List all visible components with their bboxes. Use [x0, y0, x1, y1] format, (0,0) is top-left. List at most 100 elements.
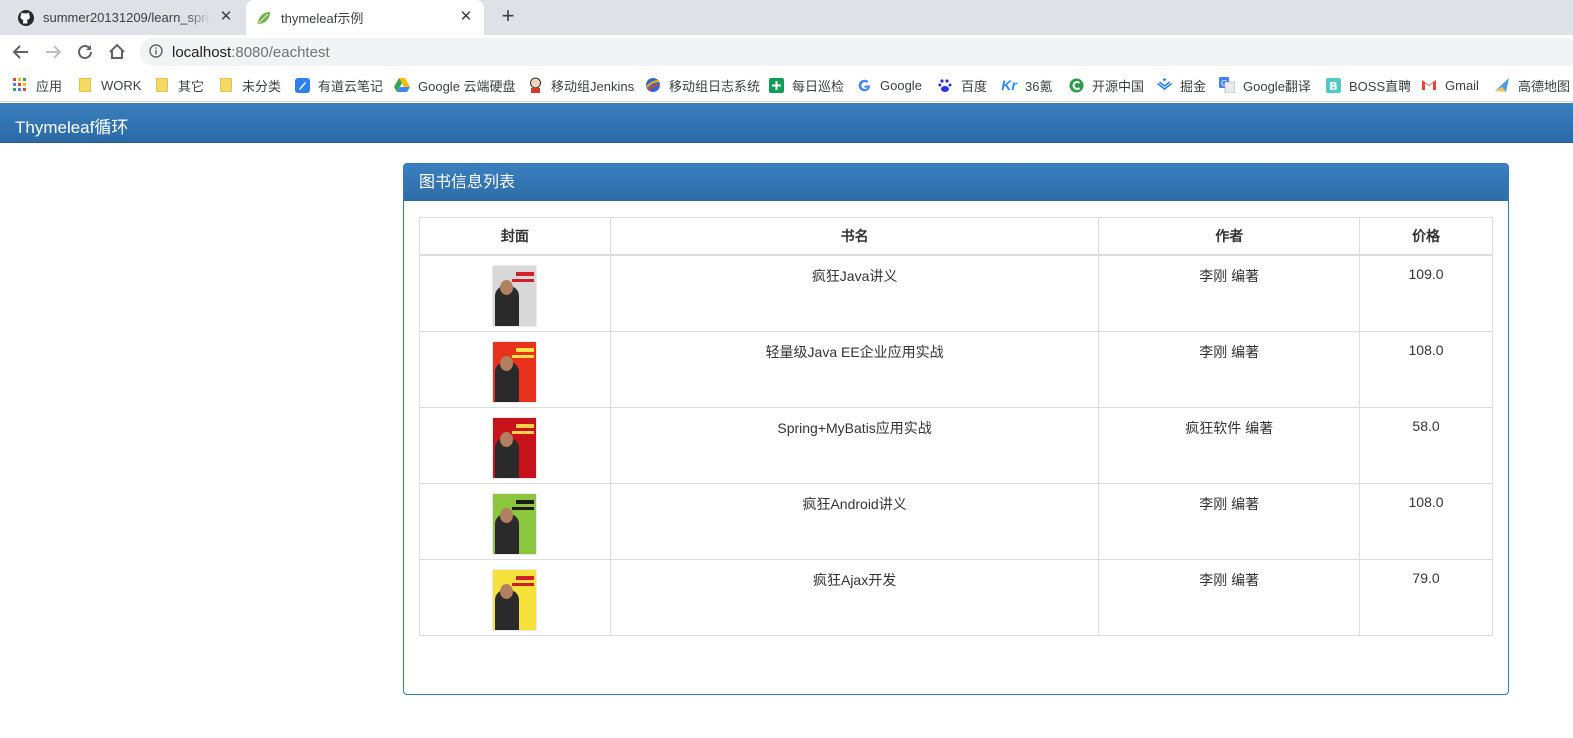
- table-row: 疯狂Ajax开发 李刚 编著 79.0: [419, 558, 1493, 636]
- bookmark-label: 掘金: [1180, 78, 1207, 94]
- url-path: :8080/eachtest: [231, 44, 330, 61]
- cell-title: Spring+MyBatis应用实战: [609, 406, 1100, 484]
- bookmark-label: 百度: [961, 78, 988, 94]
- bookmark-youdao[interactable]: 有道云笔记: [294, 76, 383, 94]
- navbar-brand[interactable]: Thymeleaf循环: [15, 113, 128, 138]
- log-system-icon: [645, 77, 661, 93]
- amap-icon: [1494, 77, 1510, 93]
- bookmark-label: 移动组Jenkins: [551, 78, 635, 94]
- cover-title-band: [512, 506, 535, 510]
- cover-title-band: [512, 582, 535, 586]
- header-author: 作者: [1098, 217, 1361, 256]
- bookmark-daily-check[interactable]: 每日巡检: [768, 76, 844, 94]
- cell-cover: [419, 482, 611, 560]
- bookmark-label: 开源中国: [1092, 78, 1145, 94]
- cover-figure-head: [500, 507, 514, 523]
- cell-author: 疯狂软件 编著: [1098, 406, 1361, 484]
- cell-price: 79.0: [1359, 558, 1493, 636]
- cell-price: 108.0: [1359, 482, 1493, 560]
- header-cover: 封面: [419, 217, 611, 256]
- bookmark-uncategorized[interactable]: 未分类: [218, 76, 281, 94]
- forward-button[interactable]: [41, 40, 65, 64]
- bookmark-juejin[interactable]: 掘金: [1156, 76, 1206, 94]
- arrow-right-icon: [46, 45, 62, 59]
- bookmark-google-drive[interactable]: Google 云端硬盘: [394, 76, 516, 94]
- bookmark-label: 未分类: [242, 78, 282, 94]
- bookmark-label: WORK: [101, 77, 142, 93]
- cover-figure-head: [500, 431, 514, 447]
- bookmark-label: 高德地图: [1518, 78, 1571, 94]
- juejin-icon: [1156, 77, 1172, 93]
- folder-icon: [218, 77, 234, 93]
- bookmark-gmail[interactable]: Gmail: [1421, 76, 1479, 94]
- bookmark-label: 有道云笔记: [318, 78, 384, 94]
- address-bar[interactable]: localhost:8080/eachtest: [140, 38, 1573, 66]
- bookmark-google-translate[interactable]: G Google翻译: [1219, 76, 1311, 94]
- bookmark-apps[interactable]: 应用: [12, 76, 62, 94]
- bookmark-label: 36氪: [1025, 78, 1053, 94]
- bookmark-oschina[interactable]: 开源中国: [1068, 76, 1144, 94]
- folder-icon: [77, 77, 93, 93]
- book-cover-image: [493, 493, 537, 554]
- cell-title: 轻量级Java EE企业应用实战: [609, 330, 1100, 408]
- cell-cover: [419, 406, 611, 484]
- bookmark-baidu[interactable]: 百度: [937, 76, 987, 94]
- header-price: 价格: [1359, 217, 1493, 256]
- cover-title-band: [512, 279, 535, 282]
- oschina-icon: [1068, 77, 1084, 93]
- bookmark-google[interactable]: Google: [856, 76, 922, 94]
- svg-text:G: G: [1221, 79, 1227, 88]
- books-table: 封面 书名 作者 价格 疯狂Java讲义 李刚 编著 109.0 轻量级Java EE…: [419, 217, 1493, 636]
- new-tab-button[interactable]: +: [496, 5, 520, 29]
- bookmark-36kr[interactable]: Kr 36氪: [1001, 76, 1052, 94]
- close-tab-icon[interactable]: ✕: [458, 9, 474, 25]
- book-cover-image: [493, 341, 537, 402]
- bookmark-work[interactable]: WORK: [77, 76, 141, 94]
- reload-button[interactable]: [73, 40, 97, 64]
- home-button[interactable]: [105, 40, 129, 64]
- cell-price: 109.0: [1359, 254, 1493, 332]
- cover-title-band: [512, 430, 535, 434]
- cover-title-band: [516, 347, 535, 352]
- bookmark-label: 其它: [178, 78, 205, 94]
- bookmark-amap[interactable]: 高德地图: [1494, 76, 1570, 94]
- close-tab-icon[interactable]: ✕: [218, 9, 234, 25]
- youdao-note-icon: [294, 77, 310, 93]
- cover-title-band: [516, 575, 535, 580]
- table-row: 轻量级Java EE企业应用实战 李刚 编著 108.0: [419, 330, 1493, 408]
- tab-thymeleaf[interactable]: thymeleaf示例 ✕: [246, 0, 484, 35]
- book-cover-image: [493, 266, 537, 326]
- jenkins-icon: [527, 77, 543, 93]
- bookmark-other[interactable]: 其它: [154, 76, 204, 94]
- home-icon: [109, 43, 125, 59]
- cell-price: 108.0: [1359, 330, 1493, 408]
- panel-title: 图书信息列表: [404, 164, 1508, 201]
- cell-author: 李刚 编著: [1098, 254, 1361, 332]
- bookmark-log-system[interactable]: 移动组日志系统: [645, 76, 760, 94]
- book-cover-image: [493, 569, 537, 630]
- table-row: 疯狂Java讲义 李刚 编著 109.0: [419, 254, 1493, 332]
- cell-cover: [419, 254, 611, 332]
- book-list-panel: 图书信息列表 封面 书名 作者 价格 疯狂Java讲义 李刚 编著 109.0 轻量级…: [403, 163, 1509, 695]
- 36kr-icon: Kr: [1001, 77, 1017, 93]
- url-text: localhost:8080/eachtest: [172, 44, 330, 61]
- plus-square-icon: [768, 77, 784, 93]
- book-cover-image: [493, 417, 537, 478]
- tab-title: thymeleaf示例: [281, 11, 364, 26]
- bookmark-label: Google翻译: [1243, 78, 1311, 94]
- tab-github[interactable]: summer20131209/learn_spring ✕: [8, 0, 244, 35]
- bookmark-jenkins[interactable]: 移动组Jenkins: [527, 76, 634, 94]
- cover-figure-head: [500, 583, 514, 599]
- table-header-row: 封面 书名 作者 价格: [419, 217, 1493, 256]
- cell-author: 李刚 编著: [1098, 558, 1361, 636]
- svg-text:B: B: [1329, 80, 1337, 93]
- cell-author: 李刚 编著: [1098, 482, 1361, 560]
- bookmark-label: 应用: [36, 78, 63, 94]
- google-drive-icon: [394, 77, 410, 93]
- back-button[interactable]: [9, 40, 33, 64]
- bookmark-boss[interactable]: B BOSS直聘: [1325, 76, 1411, 94]
- info-icon[interactable]: [149, 44, 163, 58]
- cell-cover: [419, 330, 611, 408]
- page-navbar: Thymeleaf循环: [0, 103, 1573, 143]
- cover-title-band: [516, 499, 535, 504]
